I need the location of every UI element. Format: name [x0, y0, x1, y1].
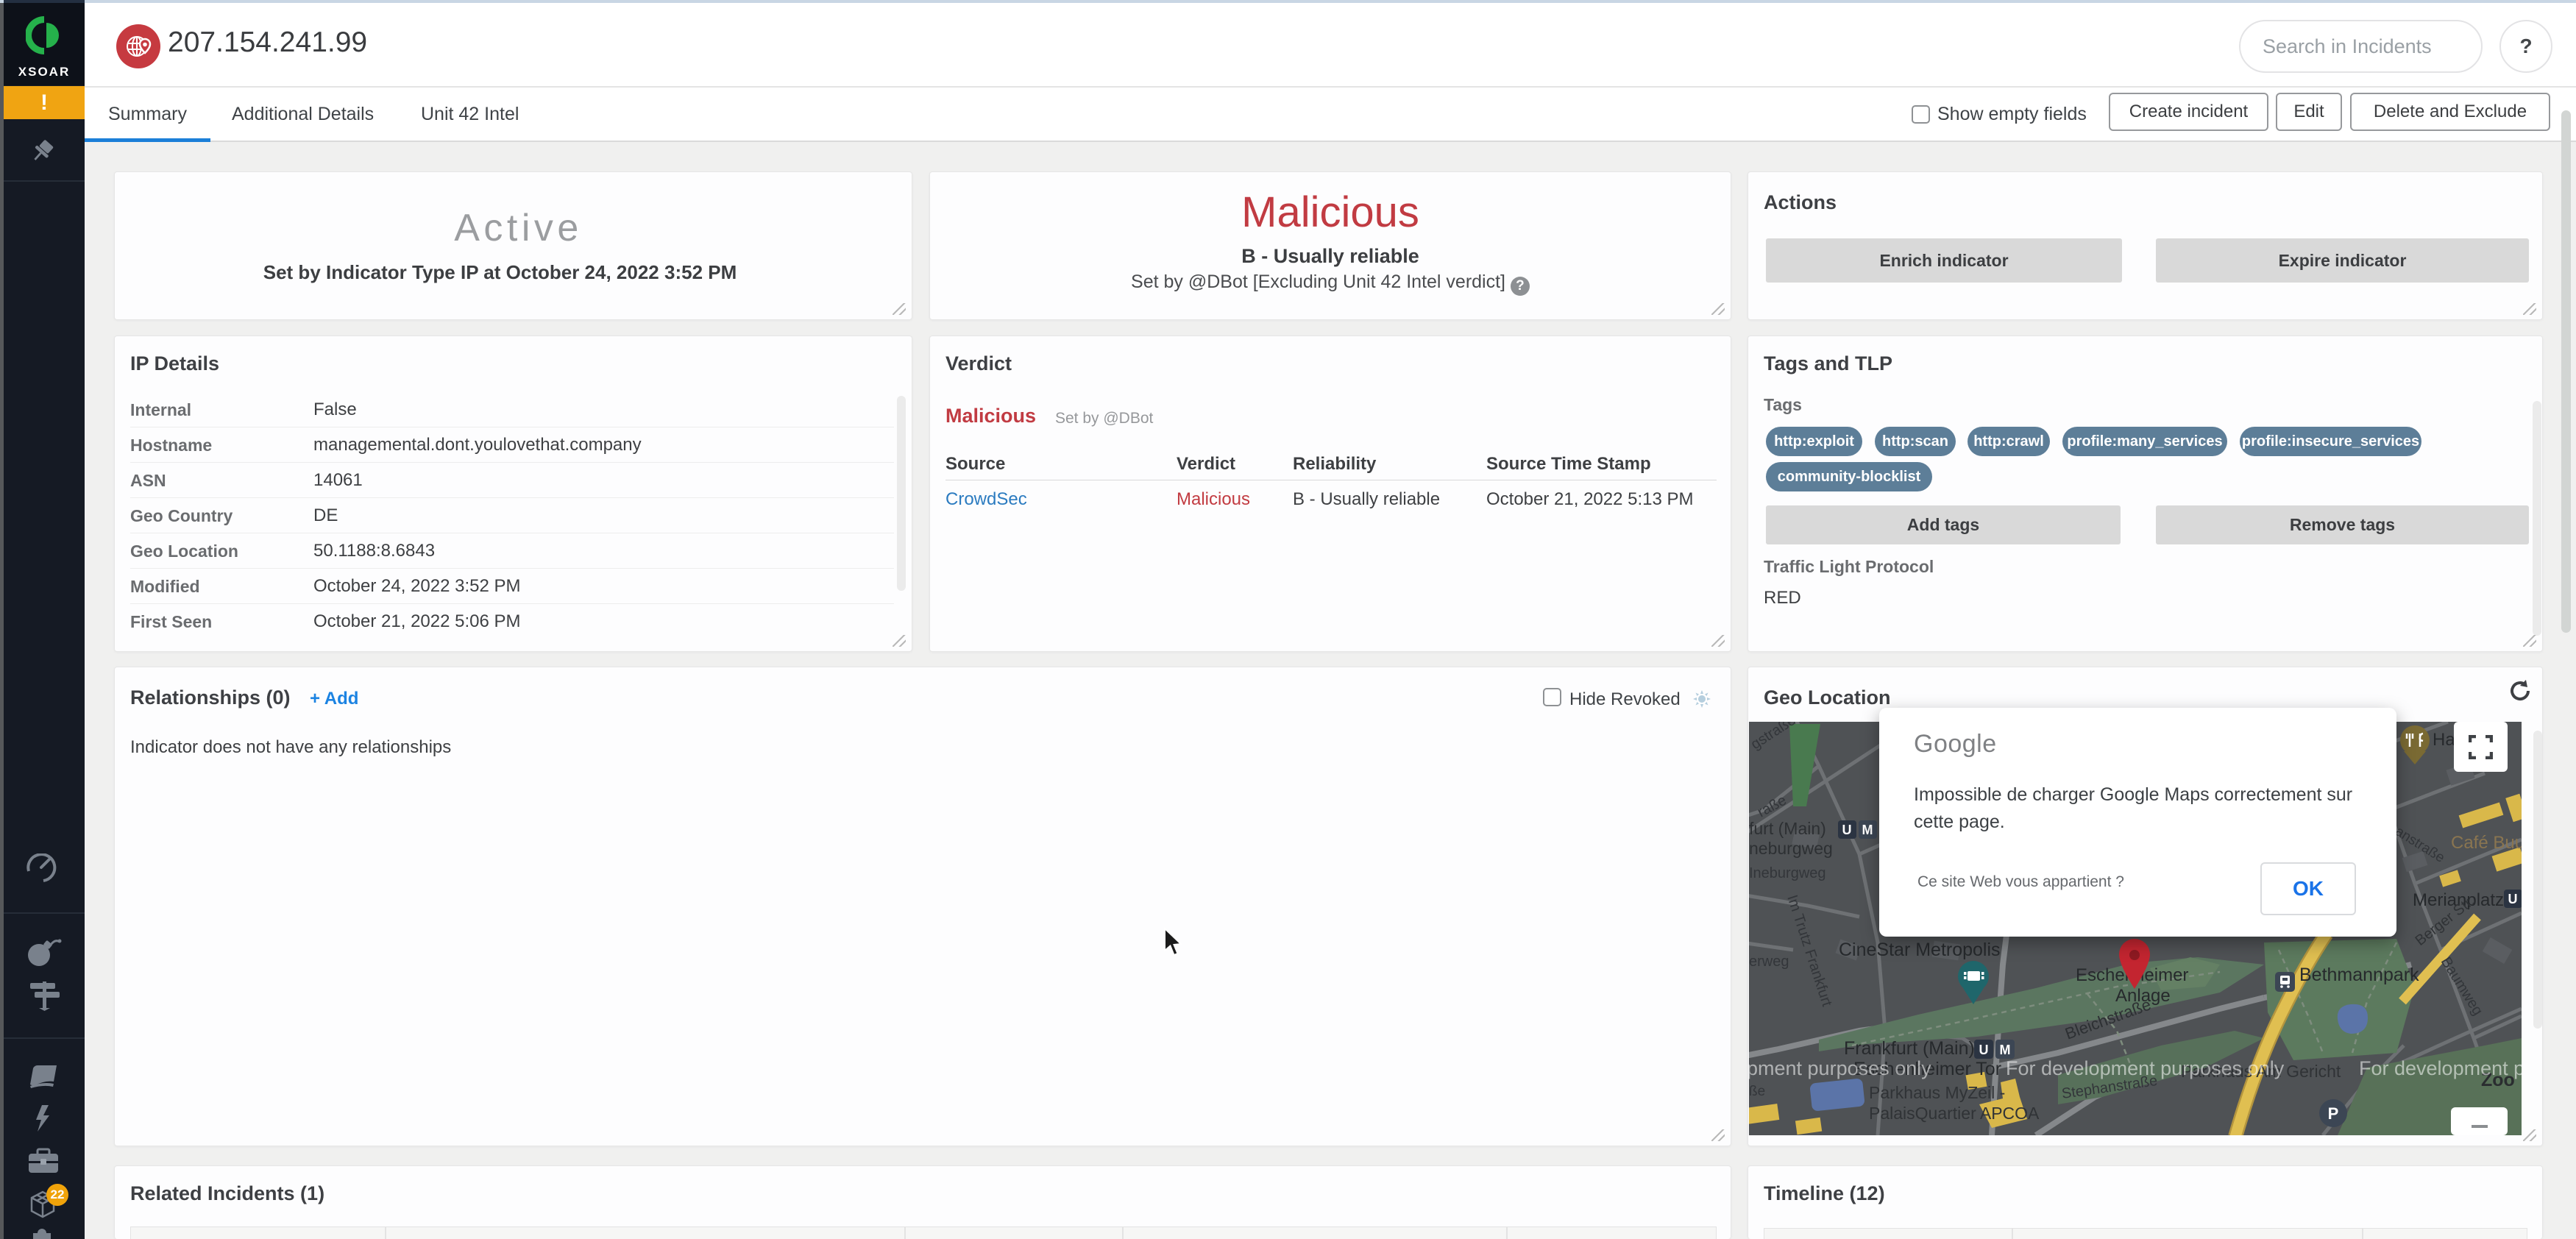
svg-text:CineStar Metropolis: CineStar Metropolis	[1839, 940, 2001, 960]
svg-text:For development purposes only: For development purposes only	[2006, 1057, 2285, 1079]
svg-text:U: U	[1979, 1043, 1989, 1057]
svg-text:M: M	[2000, 1043, 2011, 1057]
svg-text:For development p: For development p	[2359, 1057, 2522, 1079]
svg-text:furt (Main): furt (Main)	[1749, 819, 1826, 838]
svg-text:Parkhaus MyZeil -: Parkhaus MyZeil -	[1869, 1083, 2005, 1102]
svg-text:M: M	[1862, 823, 1873, 837]
svg-text:Frankfurt (Main): Frankfurt (Main)	[1844, 1038, 1975, 1059]
svg-text:U: U	[1842, 823, 1852, 837]
svg-text:Ineburgweg: Ineburgweg	[1749, 865, 1826, 881]
svg-text:P: P	[2328, 1104, 2339, 1123]
svg-text:Ha: Ha	[2433, 730, 2455, 750]
svg-text:pment purposes only: pment purposes only	[1749, 1057, 1931, 1079]
svg-text:PalaisQuartier APCOA: PalaisQuartier APCOA	[1869, 1104, 2040, 1123]
svg-text:Bethmannpark: Bethmannpark	[2299, 965, 2419, 985]
svg-text:erweg: erweg	[1749, 954, 1789, 970]
svg-text:Café Buu: Café Buu	[2451, 833, 2522, 853]
svg-text:ße: ße	[1749, 1084, 1765, 1099]
svg-text:neburgweg: neburgweg	[1749, 839, 1833, 858]
svg-text:U: U	[2508, 892, 2518, 906]
